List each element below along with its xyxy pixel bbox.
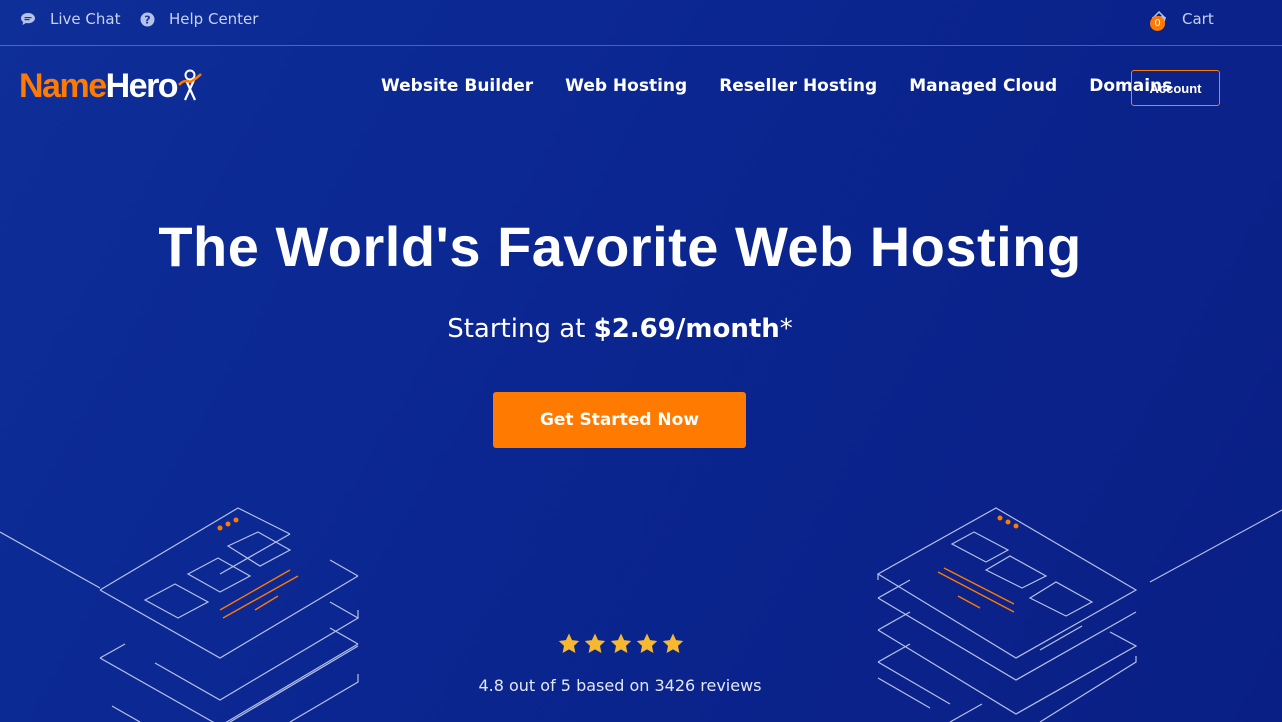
namehero-logo[interactable]: Name Hero [19,66,203,106]
subtitle-suffix: * [779,314,793,344]
help-icon: ? [140,12,155,27]
hero-subtitle: Starting at $2.69/month* [0,314,1240,344]
subtitle-prefix: Starting at [447,314,594,344]
live-chat-link[interactable]: Live Chat [20,10,120,28]
get-started-button[interactable]: Get Started Now [493,392,746,448]
star-icon [636,633,658,653]
rating-stars [556,632,686,656]
nav-website-builder[interactable]: Website Builder [381,76,533,96]
rating-text: 4.8 out of 5 based on 3426 reviews [478,676,762,695]
hero-mascot-icon [178,69,202,101]
hero-title: The World's Favorite Web Hosting [158,215,1082,278]
nav-reseller-hosting[interactable]: Reseller Hosting [719,76,877,96]
help-center-label: Help Center [169,10,259,28]
star-icon [584,633,606,653]
price-text: $2.69/month [593,314,780,344]
nav-managed-cloud[interactable]: Managed Cloud [909,76,1057,96]
star-icon [558,633,580,653]
live-chat-label: Live Chat [50,10,121,28]
logo-name-text: Name [19,66,107,105]
account-button[interactable]: Account [1131,70,1220,106]
top-bar: Live Chat ? Help Center 0 Cart [0,0,1282,46]
nav-web-hosting[interactable]: Web Hosting [565,76,687,96]
main-nav: Website Builder Web Hosting Reseller Hos… [381,76,1204,96]
help-center-link[interactable]: ? Help Center [140,10,258,28]
logo-hero-text: Hero [105,66,179,105]
svg-text:?: ? [144,13,150,26]
star-icon [610,633,632,653]
chat-icon [20,12,36,26]
cart-link[interactable]: 0 Cart [1150,10,1214,31]
star-icon [662,633,684,653]
cart-label: Cart [1182,10,1214,28]
cart-count-badge: 0 [1150,16,1165,31]
